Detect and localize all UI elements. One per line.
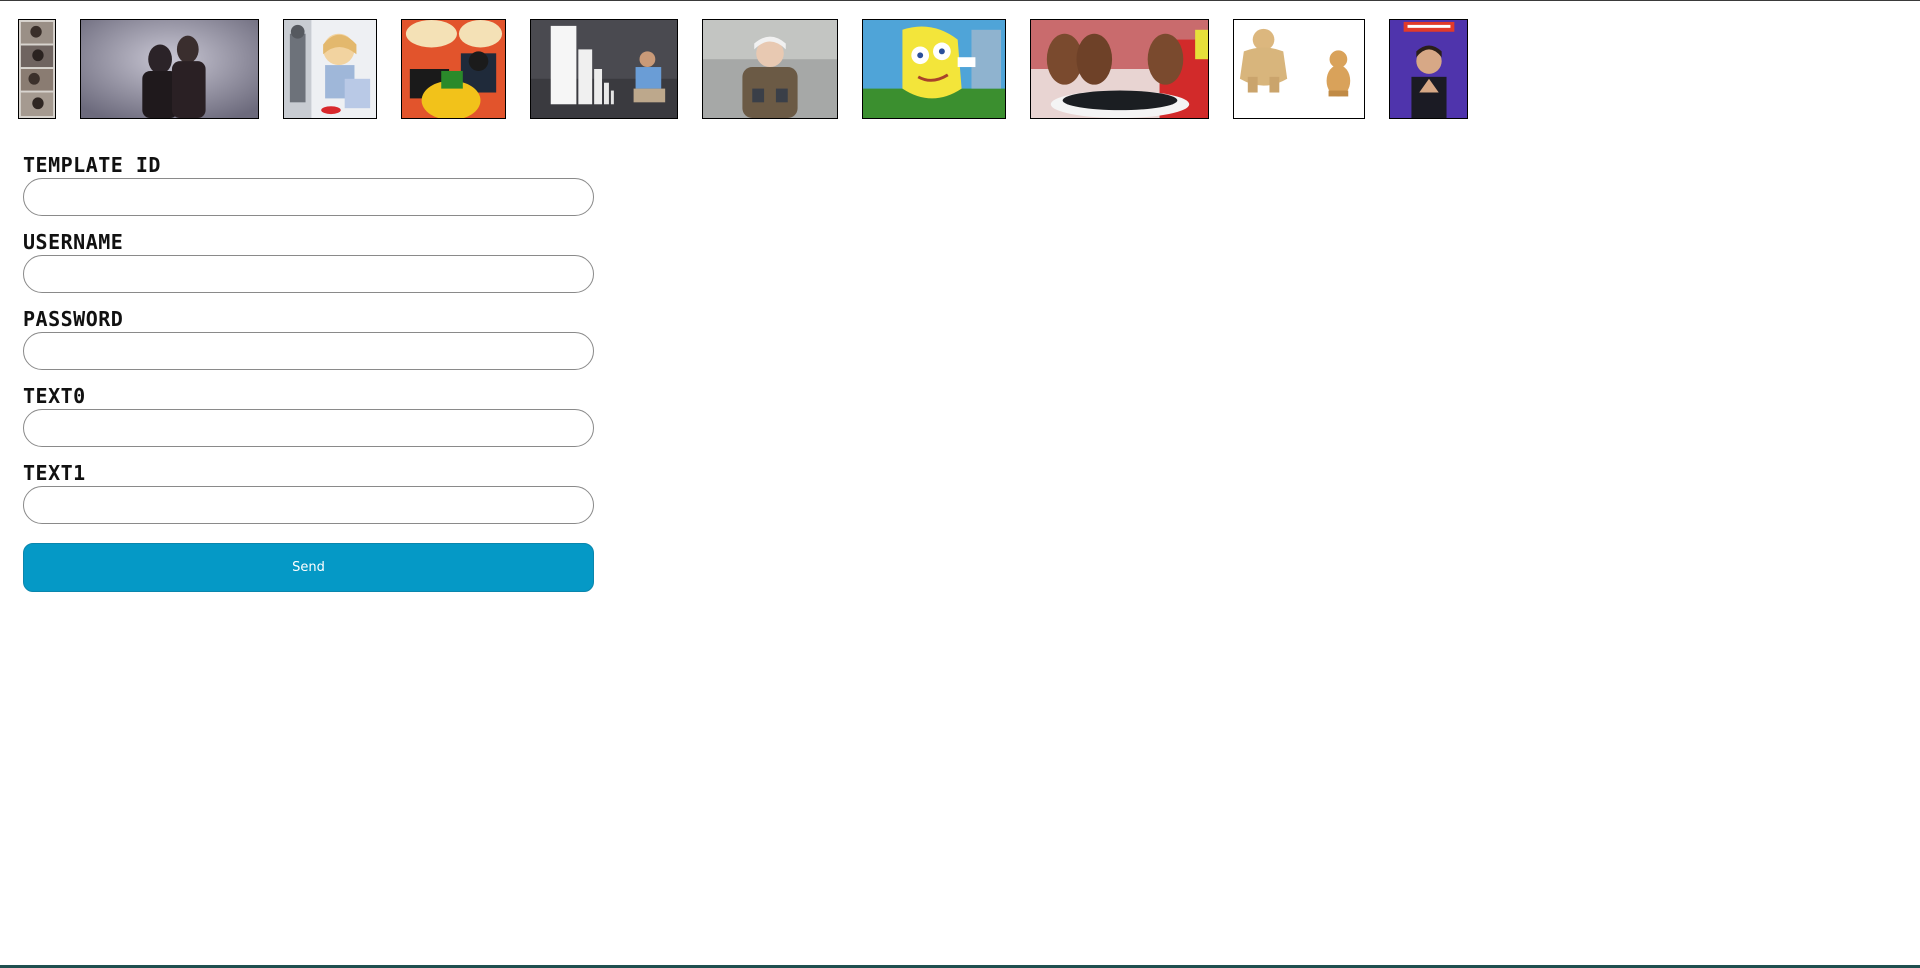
template-id-field: TEMPLATE ID (23, 152, 594, 216)
top-divider (0, 0, 1920, 1)
template-thumbnail-4[interactable] (401, 19, 506, 119)
username-field: USERNAME (23, 229, 594, 293)
meme-form: TEMPLATE ID USERNAME PASSWORD TEXT0 TEXT… (23, 152, 594, 592)
template-thumbnail-8[interactable] (1030, 19, 1209, 119)
text0-label: TEXT0 (23, 384, 86, 408)
text0-input[interactable] (23, 409, 594, 447)
template-thumbnail-2[interactable] (80, 19, 259, 119)
text0-field: TEXT0 (23, 383, 594, 447)
template-thumbnail-3[interactable] (283, 19, 377, 119)
username-label: USERNAME (23, 230, 124, 254)
text1-label: TEXT1 (23, 461, 86, 485)
template-thumbnail-6[interactable] (702, 19, 838, 119)
template-id-label: TEMPLATE ID (23, 153, 161, 177)
password-input[interactable] (23, 332, 594, 370)
password-label: PASSWORD (23, 307, 124, 331)
template-thumbnail-1[interactable] (18, 19, 56, 119)
text1-input[interactable] (23, 486, 594, 524)
template-thumbnail-7[interactable] (862, 19, 1006, 119)
template-id-input[interactable] (23, 178, 594, 216)
send-button[interactable]: Send (23, 543, 594, 592)
username-input[interactable] (23, 255, 594, 293)
page: TEMPLATE ID USERNAME PASSWORD TEXT0 TEXT… (0, 0, 1920, 968)
password-field: PASSWORD (23, 306, 594, 370)
template-thumbnail-5[interactable] (530, 19, 678, 119)
template-thumbnail-10[interactable] (1389, 19, 1468, 119)
template-thumbnail-9[interactable] (1233, 19, 1365, 119)
text1-field: TEXT1 (23, 460, 594, 524)
